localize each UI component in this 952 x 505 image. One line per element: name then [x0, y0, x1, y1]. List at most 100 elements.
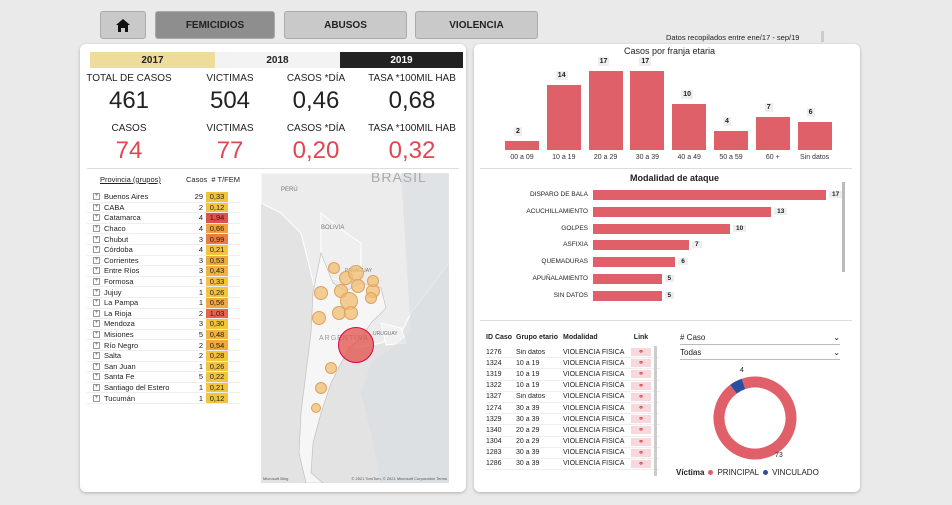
donut-chart[interactable]: [700, 368, 810, 468]
age-bar[interactable]: [505, 140, 539, 150]
map-bubble[interactable]: [312, 311, 326, 325]
attack-bar[interactable]: [593, 190, 826, 200]
cases-scrollbar[interactable]: [654, 346, 657, 476]
slicer-todas[interactable]: Todas ⌄: [680, 346, 840, 360]
map-bubble[interactable]: [338, 327, 374, 363]
map-visual[interactable]: BRASIL PERÚ BOLIVIA ARGENTINA PARAGUAY U…: [261, 173, 449, 483]
table-row[interactable]: + La Pampa 1 0,56: [87, 297, 240, 309]
map-bubble[interactable]: [367, 275, 379, 287]
table-row[interactable]: 1324 10 a 19 VIOLENCIA FÍSICA ⚭: [486, 358, 660, 370]
expand-icon[interactable]: +: [93, 352, 100, 360]
expand-icon[interactable]: +: [93, 193, 100, 201]
link-icon[interactable]: ⚭: [631, 437, 651, 446]
violencia-button[interactable]: VIOLENCIA: [415, 11, 538, 39]
expand-icon[interactable]: +: [93, 225, 100, 233]
age-bar[interactable]: [546, 84, 581, 150]
table-row[interactable]: + Tucumán 1 0,12: [87, 393, 240, 404]
table-row[interactable]: + Córdoba 4 0,21: [87, 244, 240, 256]
attack-bar[interactable]: [593, 240, 689, 251]
age-bar[interactable]: [797, 122, 832, 150]
table-row[interactable]: + Misiones 5 0,48: [87, 329, 240, 341]
table-row[interactable]: + Santiago del Estero 1 0,21: [87, 382, 240, 394]
table-row[interactable]: + Entre Ríos 3 0,43: [87, 266, 240, 277]
attack-bar[interactable]: [593, 274, 662, 284]
femicidios-button[interactable]: FEMICIDIOS: [155, 11, 275, 39]
age-bar[interactable]: [755, 117, 790, 150]
table-row[interactable]: 1304 20 a 29 VIOLENCIA FÍSICA ⚭: [486, 437, 660, 448]
attack-bar[interactable]: [593, 257, 676, 268]
table-row[interactable]: + Chubut 3 0,99: [87, 234, 240, 245]
table-row[interactable]: + Catamarca 4 1,94: [87, 213, 240, 224]
age-bar[interactable]: [714, 131, 748, 150]
expand-icon[interactable]: +: [93, 341, 100, 349]
table-row[interactable]: + Salta 2 0,28: [87, 350, 240, 362]
expand-icon[interactable]: +: [93, 299, 100, 307]
expand-icon[interactable]: +: [93, 373, 100, 381]
expand-icon[interactable]: +: [93, 362, 100, 370]
expand-icon[interactable]: +: [93, 320, 100, 328]
attack-bar[interactable]: [593, 206, 772, 217]
expand-icon[interactable]: +: [93, 278, 100, 286]
header-rate[interactable]: # T/FEM: [206, 175, 240, 184]
table-row[interactable]: + Formosa 1 0,33: [87, 276, 240, 288]
expand-icon[interactable]: +: [93, 256, 100, 264]
link-icon[interactable]: ⚭: [631, 459, 651, 468]
link-icon[interactable]: ⚭: [631, 448, 651, 457]
attack-bar[interactable]: [593, 290, 662, 301]
expand-icon[interactable]: +: [93, 309, 100, 317]
table-row[interactable]: 1283 30 a 39 VIOLENCIA FÍSICA ⚭: [486, 448, 660, 459]
expand-icon[interactable]: +: [93, 331, 100, 339]
table-row[interactable]: + San Juan 1 0,26: [87, 361, 240, 373]
map-bubble[interactable]: [311, 403, 321, 413]
age-bar[interactable]: [630, 71, 665, 150]
table-row[interactable]: + Mendoza 3 0,30: [87, 319, 240, 330]
attack-scrollbar[interactable]: [842, 182, 845, 272]
table-row[interactable]: 1286 30 a 39 VIOLENCIA FÍSICA ⚭: [486, 459, 660, 471]
expand-icon[interactable]: +: [93, 267, 100, 275]
link-icon[interactable]: ⚭: [631, 426, 651, 435]
donut-slice-principal[interactable]: [709, 372, 800, 463]
slicer-caso[interactable]: # Caso ⌄: [680, 331, 840, 345]
table-row[interactable]: + Río Negro 2 0,54: [87, 340, 240, 351]
expand-icon[interactable]: +: [93, 288, 100, 296]
expand-icon[interactable]: +: [93, 214, 100, 222]
map-bubble[interactable]: [351, 279, 365, 293]
header-modalidad[interactable]: Modalidad: [563, 334, 631, 341]
year-2018-button[interactable]: 2018: [215, 52, 340, 68]
expand-icon[interactable]: +: [93, 235, 100, 243]
table-row[interactable]: + Santa Fe 5 0,22: [87, 372, 240, 383]
table-row[interactable]: 1276 Sin datos VIOLENCIA FÍSICA ⚭: [486, 347, 660, 359]
table-row[interactable]: + La Rioja 2 1,03: [87, 308, 240, 320]
table-row[interactable]: + CABA 2 0,12: [87, 202, 240, 214]
link-icon[interactable]: ⚭: [631, 381, 651, 390]
link-icon[interactable]: ⚭: [631, 370, 651, 379]
map-bubble[interactable]: [344, 306, 358, 320]
table-row[interactable]: + Chaco 4 0,66: [87, 223, 240, 235]
year-2019-button[interactable]: 2019: [340, 52, 463, 68]
link-icon[interactable]: ⚭: [631, 415, 651, 424]
header-casos[interactable]: Casos: [186, 175, 207, 184]
scroll-handle[interactable]: [821, 31, 824, 42]
year-2017-button[interactable]: 2017: [90, 52, 215, 68]
expand-icon[interactable]: +: [93, 394, 100, 402]
legend-vinculado[interactable]: VINCULADO: [772, 468, 819, 477]
header-grupo-etario[interactable]: Grupo etario: [516, 334, 563, 341]
link-icon[interactable]: ⚭: [631, 404, 651, 413]
map-bubble[interactable]: [365, 292, 377, 304]
map-bubble[interactable]: [325, 362, 337, 374]
map-bubble[interactable]: [314, 286, 328, 300]
header-link[interactable]: Link: [631, 334, 651, 341]
header-id-caso[interactable]: ID Caso: [486, 334, 516, 341]
table-row[interactable]: 1322 10 a 19 VIOLENCIA FÍSICA ⚭: [486, 381, 660, 392]
home-button[interactable]: [100, 11, 146, 39]
abusos-button[interactable]: ABUSOS: [284, 11, 407, 39]
table-row[interactable]: 1329 30 a 39 VIOLENCIA FÍSICA ⚭: [486, 414, 660, 426]
table-row[interactable]: 1327 Sin datos VIOLENCIA FÍSICA ⚭: [486, 392, 660, 403]
age-bar[interactable]: [672, 103, 707, 150]
legend-principal[interactable]: PRINCIPAL: [717, 468, 759, 477]
table-row[interactable]: 1340 20 a 29 VIOLENCIA FÍSICA ⚭: [486, 425, 660, 437]
map-bubble[interactable]: [315, 382, 327, 394]
table-row[interactable]: + Corrientes 3 0,53: [87, 255, 240, 267]
expand-icon[interactable]: +: [93, 246, 100, 254]
attack-bar[interactable]: [593, 223, 731, 234]
